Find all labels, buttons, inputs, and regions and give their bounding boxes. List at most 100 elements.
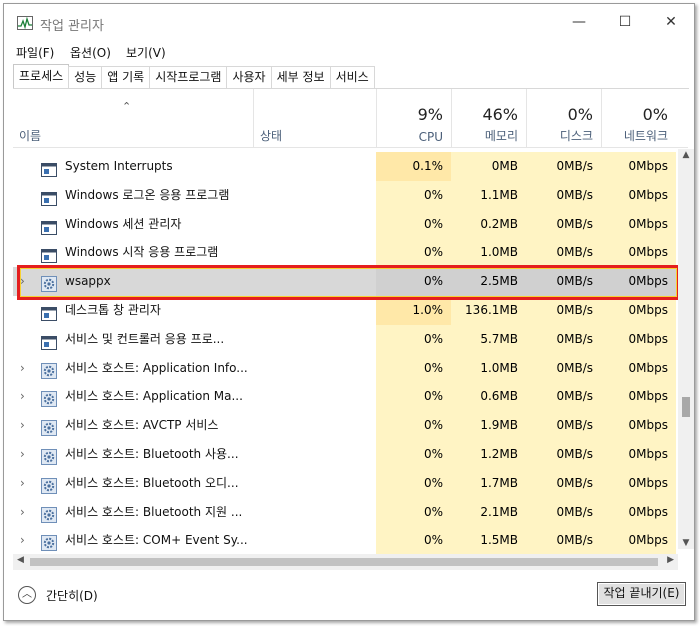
process-list: System Interrupts 0.1% 0MB 0MB/s 0Mbps Window… [13, 152, 688, 556]
process-cpu: 0.1% [376, 152, 451, 181]
column-network[interactable]: 0% 네트워크 [601, 89, 688, 148]
tab-details[interactable]: 세부 정보 [270, 66, 331, 88]
end-task-button[interactable]: 작업 끝내기(E) [597, 582, 686, 606]
process-network: 0Mbps [601, 526, 676, 556]
maximize-button[interactable]: ☐ [602, 4, 648, 40]
tab-services[interactable]: 서비스 [329, 66, 375, 88]
minimize-button[interactable]: — [556, 4, 602, 40]
fewer-details-link[interactable]: 간단히(D) [46, 587, 98, 604]
table-row[interactable]: › 서비스 호스트: COM+ Event Sy... 0% 1.5MB 0MB/s 0M… [13, 526, 688, 556]
tab-performance[interactable]: 성능 [68, 66, 103, 88]
process-cpu: 0% [376, 324, 451, 354]
table-row[interactable]: › wsappx 0% 2.5MB 0MB/s 0Mbps [13, 267, 688, 296]
process-disk: 0MB/s [526, 324, 601, 354]
table-row[interactable]: Windows 시작 응용 프로그램 0% 1.0MB 0MB/s 0Mbps [13, 238, 688, 268]
table-row[interactable]: Windows 로그온 응용 프로그램 0% 1.1MB 0MB/s 0Mbps [13, 180, 688, 210]
table-row[interactable]: 데스크톱 창 관리자 1.0% 136.1MB 0MB/s 0Mbps [13, 295, 688, 325]
table-row[interactable]: › 서비스 호스트: AVCTP 서비스 0% 1.9MB 0MB/s 0Mbps [13, 411, 688, 440]
horizontal-scroll-thumb[interactable] [30, 558, 658, 566]
scroll-up-icon[interactable]: ▲ [678, 150, 694, 160]
table-row[interactable]: › 서비스 호스트: Bluetooth 지원 ... 0% 2.1MB 0MB/s 0M… [13, 497, 688, 527]
process-disk: 0MB/s [526, 439, 601, 469]
table-row[interactable]: › 서비스 호스트: Application Info... 0% 1.0MB 0MB/… [13, 353, 688, 383]
chevron-right-icon[interactable]: › [20, 440, 25, 469]
process-cpu: 0% [376, 238, 451, 268]
chevron-right-icon[interactable]: › [20, 526, 25, 555]
process-name-cell: 데스크톱 창 관리자 [13, 296, 253, 325]
process-name-cell: Windows 세션 관리자 [13, 210, 253, 239]
window-icon [41, 217, 57, 235]
footer: ︿ 간단히(D) 작업 끝내기(E) [4, 577, 694, 620]
process-network: 0Mbps [601, 209, 676, 239]
process-status [253, 152, 376, 181]
process-cpu: 0% [376, 439, 451, 469]
column-disk[interactable]: 0% 디스크 [526, 89, 601, 148]
process-name: 서비스 호스트: Application Info... [65, 360, 248, 375]
process-status [253, 411, 376, 440]
chevron-up-icon[interactable]: ︿ [18, 586, 36, 604]
menu-view[interactable]: 보기(V) [126, 44, 166, 61]
table-row[interactable]: › 서비스 호스트: Bluetooth 사용... 0% 1.2MB 0MB/s 0Mb… [13, 439, 688, 469]
vertical-scroll-thumb[interactable] [682, 397, 690, 417]
chevron-right-icon[interactable]: › [20, 267, 25, 296]
close-button[interactable]: ✕ [648, 4, 694, 40]
column-memory[interactable]: 46% 메모리 [451, 89, 526, 148]
menu-file[interactable]: 파일(F) [16, 44, 54, 61]
table-row[interactable]: › 서비스 호스트: Application Ma... 0% 0.6MB 0MB/s 0… [13, 382, 688, 412]
gear-icon [41, 447, 57, 465]
gear-icon [41, 505, 57, 523]
process-network: 0Mbps [601, 382, 676, 412]
process-status [253, 267, 376, 296]
process-name-cell: › 서비스 호스트: AVCTP 서비스 [13, 411, 253, 440]
column-name[interactable]: 이름 [13, 89, 253, 148]
chevron-right-icon[interactable]: › [20, 411, 25, 440]
process-memory: 0.6MB [451, 382, 526, 412]
process-name: Windows 로그온 응용 프로그램 [65, 187, 230, 202]
chevron-right-icon[interactable]: › [20, 382, 25, 411]
task-manager-window: 작업 관리자 — ☐ ✕ 파일(F) 옵션(O) 보기(V) 프로세스 성능 앱… [3, 3, 695, 621]
process-name: Windows 세션 관리자 [65, 216, 182, 231]
process-table: ⌃ 이름 상태 9% CPU 46% 메모리 0% 디스크 0% 네트워크 Sy… [13, 89, 688, 564]
scroll-down-icon[interactable]: ▼ [678, 538, 694, 548]
process-memory: 5.7MB [451, 324, 526, 354]
gear-icon [41, 533, 57, 552]
vertical-scrollbar[interactable]: ▲ ▼ [678, 149, 694, 549]
window-icon [41, 332, 57, 350]
process-network: 0Mbps [601, 180, 676, 210]
scroll-left-icon[interactable]: ◀ [17, 555, 24, 565]
column-name-label: 이름 [19, 129, 42, 143]
table-row[interactable]: Windows 세션 관리자 0% 0.2MB 0MB/s 0Mbps [13, 209, 688, 239]
cpu-total: 9% [417, 105, 443, 124]
process-disk: 0MB/s [526, 267, 601, 296]
table-row[interactable]: System Interrupts 0.1% 0MB 0MB/s 0Mbps [13, 152, 688, 181]
menu-options[interactable]: 옵션(O) [70, 44, 111, 61]
tab-app-history[interactable]: 앱 기록 [101, 66, 151, 88]
tab-processes[interactable]: 프로세스 [13, 64, 70, 88]
process-network: 0Mbps [601, 411, 676, 440]
tab-users[interactable]: 사용자 [226, 66, 272, 88]
process-name: wsappx [65, 274, 111, 289]
scroll-right-icon[interactable]: ▶ [667, 555, 674, 565]
tab-startup[interactable]: 시작프로그램 [149, 66, 228, 88]
column-status[interactable]: 상태 [253, 89, 376, 148]
chevron-right-icon[interactable]: › [20, 498, 25, 527]
chevron-right-icon[interactable]: › [20, 469, 25, 498]
column-status-label: 상태 [260, 129, 283, 143]
process-status [253, 325, 376, 354]
table-row[interactable]: › 서비스 호스트: Bluetooth 오디... 0% 1.7MB 0MB/s 0Mb… [13, 468, 688, 498]
process-name-cell: Windows 로그온 응용 프로그램 [13, 181, 253, 210]
process-cpu: 0% [376, 468, 451, 498]
gear-icon [41, 274, 57, 293]
horizontal-scrollbar[interactable]: ◀ ▶ [13, 554, 678, 570]
process-disk: 0MB/s [526, 180, 601, 210]
gear-icon [41, 361, 57, 379]
column-cpu[interactable]: 9% CPU [376, 89, 451, 148]
process-disk: 0MB/s [526, 382, 601, 412]
process-memory: 1.0MB [451, 353, 526, 383]
column-memory-label: 메모리 [484, 129, 518, 143]
process-disk: 0MB/s [526, 295, 601, 325]
process-name-cell: System Interrupts [13, 152, 253, 181]
process-cpu: 0% [376, 497, 451, 527]
chevron-right-icon[interactable]: › [20, 354, 25, 383]
table-row[interactable]: 서비스 및 컨트롤러 응용 프로... 0% 5.7MB 0MB/s 0Mbps [13, 324, 688, 354]
